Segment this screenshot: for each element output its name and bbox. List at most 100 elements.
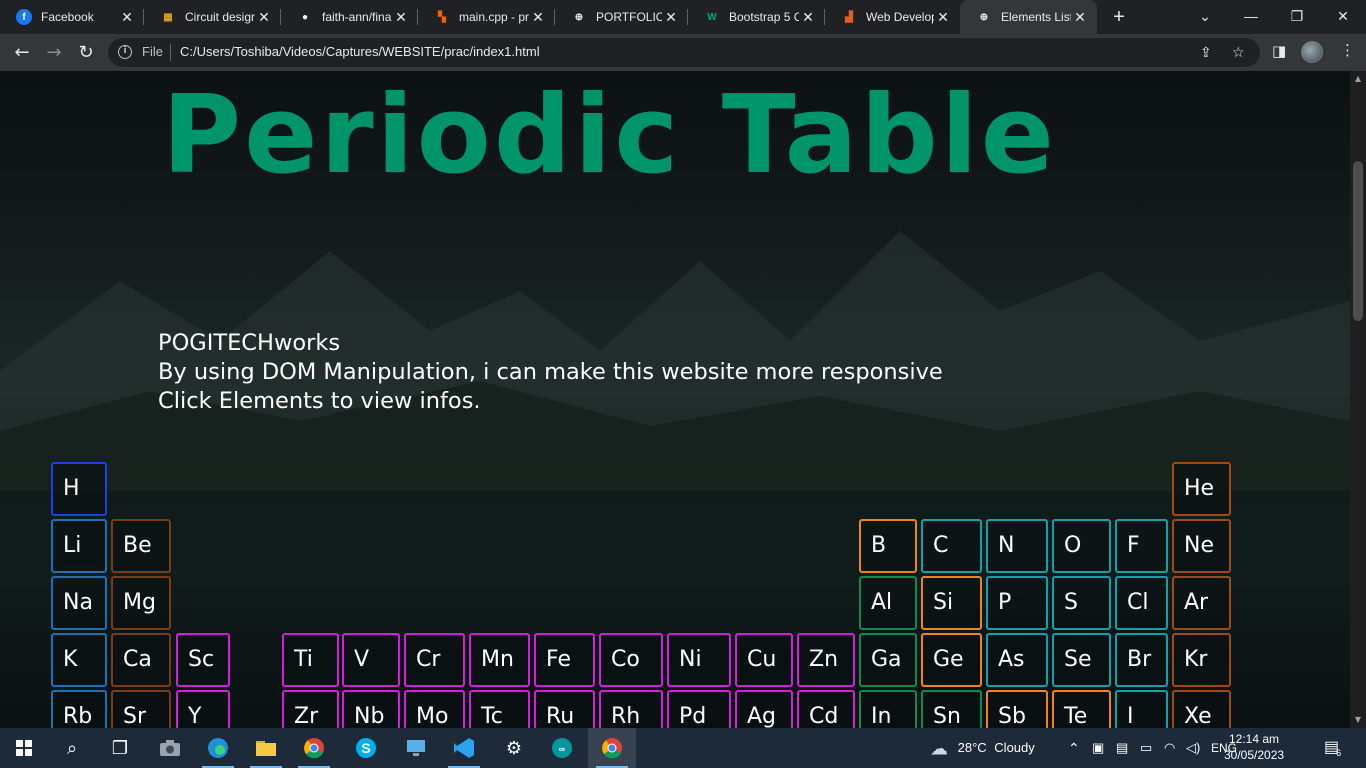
close-tab-icon[interactable]: ✕ — [255, 8, 273, 26]
element-sc[interactable]: Sc — [176, 633, 230, 687]
element-ag[interactable]: Ag — [735, 690, 793, 728]
element-as[interactable]: As — [986, 633, 1048, 687]
close-tab-icon[interactable]: ✕ — [529, 8, 547, 26]
element-c[interactable]: C — [921, 519, 982, 573]
tab-web-develop[interactable]: ▟ Web Develop ✕ — [825, 0, 960, 34]
close-tab-icon[interactable]: ✕ — [1071, 8, 1089, 26]
element-fe[interactable]: Fe — [534, 633, 595, 687]
element-ar[interactable]: Ar — [1172, 576, 1231, 630]
system-clock[interactable]: 12:14 am 30/05/2023 — [1224, 731, 1284, 763]
element-xe[interactable]: Xe — [1172, 690, 1231, 728]
tab-search-icon[interactable]: ⌄ — [1182, 0, 1228, 34]
element-h[interactable]: H — [51, 462, 107, 516]
element-cr[interactable]: Cr — [404, 633, 465, 687]
close-window-button[interactable]: ✕ — [1320, 0, 1366, 34]
element-nb[interactable]: Nb — [342, 690, 400, 728]
element-n[interactable]: N — [986, 519, 1048, 573]
element-mg[interactable]: Mg — [111, 576, 171, 630]
notification-center-icon[interactable]: ▤6 — [1324, 728, 1344, 768]
scroll-up-arrow-icon[interactable]: ▲ — [1350, 71, 1366, 87]
weather-widget[interactable]: ☁ 28°C Cloudy — [930, 728, 1035, 768]
element-kr[interactable]: Kr — [1172, 633, 1231, 687]
element-si[interactable]: Si — [921, 576, 982, 630]
element-ge[interactable]: Ge — [921, 633, 982, 687]
battery-icon[interactable]: ▭ — [1140, 728, 1152, 768]
tab-portfolio[interactable]: ⊕ PORTFOLIO ✕ — [555, 0, 688, 34]
element-br[interactable]: Br — [1115, 633, 1168, 687]
element-f[interactable]: F — [1115, 519, 1168, 573]
info-icon[interactable]: i — [118, 45, 132, 59]
element-co[interactable]: Co — [599, 633, 663, 687]
tab-elements-lists[interactable]: ⊕ Elements Lists✕ — [960, 0, 1097, 34]
arduino-icon[interactable]: ∞ — [538, 728, 586, 768]
tray-app-icon[interactable]: ▤ — [1116, 728, 1128, 768]
element-in[interactable]: In — [859, 690, 917, 728]
show-hidden-icons-icon[interactable]: ⌃ — [1068, 728, 1080, 768]
element-ru[interactable]: Ru — [534, 690, 595, 728]
element-sn[interactable]: Sn — [921, 690, 982, 728]
element-te[interactable]: Te — [1052, 690, 1111, 728]
element-k[interactable]: K — [51, 633, 107, 687]
tab-bootstrap-5-c[interactable]: W Bootstrap 5 C ✕ — [688, 0, 825, 34]
element-y[interactable]: Y — [176, 690, 230, 728]
tab-main-cpp-pr[interactable]: ▚ main.cpp - pr ✕ — [418, 0, 555, 34]
restore-button[interactable]: ❐ — [1274, 0, 1320, 34]
element-ca[interactable]: Ca — [111, 633, 171, 687]
close-tab-icon[interactable]: ✕ — [799, 8, 817, 26]
search-icon[interactable]: ⌕ — [48, 728, 96, 768]
side-panel-icon[interactable]: ◨ — [1272, 42, 1286, 60]
element-cu[interactable]: Cu — [735, 633, 793, 687]
element-v[interactable]: V — [342, 633, 400, 687]
scrollbar-thumb[interactable] — [1353, 161, 1363, 321]
element-ti[interactable]: Ti — [282, 633, 339, 687]
page-scrollbar[interactable]: ▲ ▼ — [1350, 71, 1366, 728]
chrome-icon[interactable] — [290, 728, 338, 768]
element-mn[interactable]: Mn — [469, 633, 530, 687]
element-rb[interactable]: Rb — [51, 690, 107, 728]
chrome-profile-icon[interactable] — [588, 728, 636, 768]
volume-icon[interactable]: ◁) — [1186, 728, 1200, 768]
element-he[interactable]: He — [1172, 462, 1231, 516]
settings-icon[interactable]: ⚙ — [490, 728, 538, 768]
element-sb[interactable]: Sb — [986, 690, 1048, 728]
tab-facebook[interactable]: f Facebook ✕ — [0, 0, 144, 34]
element-be[interactable]: Be — [111, 519, 171, 573]
element-ne[interactable]: Ne — [1172, 519, 1231, 573]
share-icon[interactable]: ⇪ — [1200, 45, 1212, 61]
element-b[interactable]: B — [859, 519, 917, 573]
element-se[interactable]: Se — [1052, 633, 1111, 687]
element-na[interactable]: Na — [51, 576, 107, 630]
close-tab-icon[interactable]: ✕ — [934, 8, 952, 26]
reload-icon[interactable]: ↻ — [72, 39, 100, 67]
windows-start-icon[interactable] — [0, 728, 48, 768]
element-sr[interactable]: Sr — [111, 690, 171, 728]
back-arrow-icon[interactable]: ← — [8, 39, 36, 67]
edge-icon[interactable] — [194, 728, 242, 768]
tab-faith-ann-fina[interactable]: ● faith-ann/fina ✕ — [281, 0, 418, 34]
scroll-down-arrow-icon[interactable]: ▼ — [1350, 712, 1366, 728]
remote-desktop-icon[interactable] — [392, 728, 440, 768]
wifi-icon[interactable]: ◠ — [1164, 728, 1175, 768]
close-tab-icon[interactable]: ✕ — [118, 8, 136, 26]
address-bar[interactable]: i File C:/Users/Toshiba/Videos/Captures/… — [108, 38, 1260, 67]
element-cd[interactable]: Cd — [797, 690, 855, 728]
element-ga[interactable]: Ga — [859, 633, 917, 687]
task-view-icon[interactable]: ❐ — [96, 728, 144, 768]
address-url[interactable]: C:/Users/Toshiba/Videos/Captures/WEBSITE… — [180, 44, 540, 59]
vscode-icon[interactable] — [440, 728, 488, 768]
element-s[interactable]: S — [1052, 576, 1111, 630]
bookmark-star-icon[interactable]: ☆ — [1232, 45, 1245, 61]
element-ni[interactable]: Ni — [667, 633, 731, 687]
element-al[interactable]: Al — [859, 576, 917, 630]
profile-avatar[interactable] — [1301, 41, 1323, 63]
element-pd[interactable]: Pd — [667, 690, 731, 728]
element-i[interactable]: I — [1115, 690, 1168, 728]
element-mo[interactable]: Mo — [404, 690, 465, 728]
more-menu-icon[interactable]: ⋮ — [1340, 41, 1355, 59]
file-explorer-icon[interactable] — [242, 728, 290, 768]
element-zr[interactable]: Zr — [282, 690, 339, 728]
new-tab-button[interactable]: + — [1107, 5, 1131, 29]
skype-icon[interactable]: S — [342, 728, 390, 768]
element-p[interactable]: P — [986, 576, 1048, 630]
element-o[interactable]: O — [1052, 519, 1111, 573]
